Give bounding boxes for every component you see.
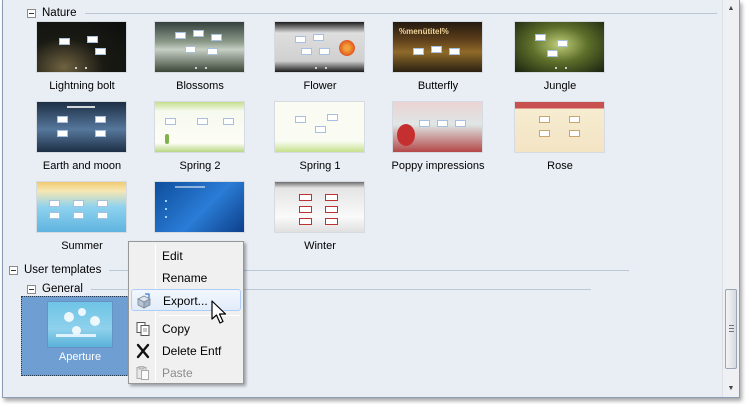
scrollbar-thumb[interactable]	[725, 289, 737, 369]
collapse-general-icon[interactable]	[27, 284, 36, 294]
poppy-impressions-thumbnail	[393, 102, 482, 152]
template-jungle[interactable]: Jungle	[509, 22, 611, 102]
flower-thumbnail	[275, 22, 364, 72]
template-earth-and-moon[interactable]: Earth and moon	[31, 102, 133, 182]
template-butterfly[interactable]: %menütitel% Butterfly	[387, 22, 489, 102]
template-blossoms[interactable]: Blossoms	[149, 22, 251, 102]
menu-item-label: Delete Entf	[162, 344, 222, 358]
nature-group-label: Nature	[42, 7, 77, 19]
scroll-up-arrow-icon[interactable]: ▲	[723, 0, 739, 17]
vertical-scrollbar[interactable]: ▲ ▼	[722, 0, 739, 397]
winter-thumbnail	[275, 182, 364, 232]
menu-item-label: Edit	[162, 249, 183, 263]
template-browser-window: Nature Lightning bolt Blossoms Flower %m…	[2, 0, 740, 398]
template-aperture[interactable]: Aperture	[21, 296, 137, 376]
nature-group-header[interactable]: Nature	[27, 6, 717, 20]
template-spring-1[interactable]: Spring 1	[269, 102, 371, 182]
spring-2-thumbnail	[155, 102, 244, 152]
menu-item-label: Rename	[162, 271, 208, 285]
nature-group-divider	[84, 13, 717, 14]
copy-icon	[135, 321, 151, 337]
template-poppy-impressions[interactable]: Poppy impressions	[387, 102, 489, 182]
template-label: Rose	[547, 160, 573, 172]
collapse-nature-icon[interactable]	[27, 8, 36, 18]
menu-item-label: Copy	[162, 322, 191, 336]
template-label: Poppy impressions	[391, 160, 485, 172]
paste-icon	[135, 365, 151, 381]
butterfly-thumbnail: %menütitel%	[393, 22, 482, 72]
template-label: Butterfly	[417, 80, 459, 92]
menu-item-delete[interactable]: Delete Entf	[131, 340, 241, 362]
blossoms-thumbnail	[155, 22, 244, 72]
template-summer[interactable]: Summer	[31, 182, 133, 262]
delete-x-icon	[135, 343, 151, 359]
template-spring-2[interactable]: Spring 2	[149, 102, 251, 182]
menu-item-rename[interactable]: Rename	[131, 267, 241, 289]
user-templates-group-label: User templates	[24, 264, 102, 276]
collapse-user-templates-icon[interactable]	[9, 265, 18, 275]
template-list: Nature Lightning bolt Blossoms Flower %m…	[3, 0, 722, 397]
rose-thumbnail	[515, 102, 604, 152]
aperture-thumbnail	[48, 302, 112, 347]
template-winter[interactable]: Winter	[269, 182, 371, 262]
summer-thumbnail	[37, 182, 126, 232]
mouse-cursor-icon	[211, 300, 227, 324]
template-label: Aperture	[58, 351, 102, 363]
menu-item-edit[interactable]: Edit	[131, 245, 241, 267]
menu-item-paste[interactable]: Paste	[131, 362, 241, 384]
template-flower[interactable]: Flower	[269, 22, 371, 102]
blue-aero-thumbnail	[155, 182, 244, 232]
export-box-icon	[136, 293, 152, 309]
template-lightning-bolt[interactable]: Lightning bolt	[31, 22, 133, 102]
user-templates-group-header[interactable]: User templates	[9, 263, 709, 277]
template-rose[interactable]: Rose	[509, 102, 611, 182]
spring-1-thumbnail	[275, 102, 364, 152]
earth-and-moon-thumbnail	[37, 102, 126, 152]
menu-item-label: Paste	[162, 366, 193, 380]
lightning-bolt-thumbnail	[37, 22, 126, 72]
jungle-thumbnail	[515, 22, 604, 72]
general-group-label: General	[42, 283, 83, 295]
butterfly-thumb-title: %menütitel%	[399, 27, 449, 36]
template-label: Winter	[304, 240, 336, 252]
template-label: Jungle	[543, 80, 577, 92]
menu-item-label: Export...	[163, 294, 208, 308]
scroll-down-arrow-icon[interactable]: ▼	[723, 380, 739, 397]
